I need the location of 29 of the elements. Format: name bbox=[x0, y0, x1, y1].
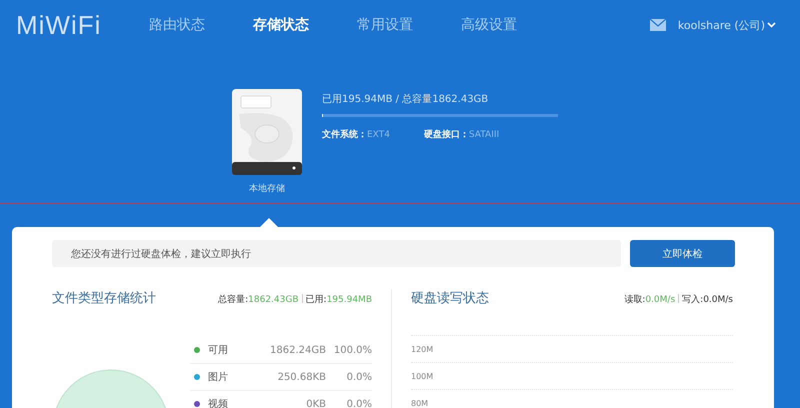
section-title: 硬盘读写状态 bbox=[411, 290, 489, 307]
file-type: 可用 bbox=[208, 344, 229, 357]
usage-text: 已用195.94MB / 总容量1862.43GB bbox=[322, 92, 490, 106]
file-type: 图片 bbox=[208, 370, 229, 384]
nav-tab[interactable]: 路由状态 bbox=[149, 16, 205, 34]
notice-text: 您还没有进行过硬盘体检，建议立即执行 bbox=[52, 240, 621, 267]
disk-field: 硬盘接口：SATAIII bbox=[424, 128, 500, 141]
nav-tab[interactable]: 高级设置 bbox=[461, 16, 517, 34]
caret-icon bbox=[767, 22, 776, 28]
file-size: 1862.24GB bbox=[269, 344, 326, 356]
file-percent: 0.0% bbox=[346, 398, 372, 408]
nav-tab[interactable]: 存储状态 bbox=[253, 16, 309, 34]
nav-tab[interactable]: 常用设置 bbox=[357, 16, 413, 34]
axis-label: 80M bbox=[411, 398, 428, 408]
disk-field: 文件系统：EXT4 bbox=[322, 128, 390, 141]
check-button[interactable]: 立即体检 bbox=[630, 240, 735, 267]
file-percent: 0.0% bbox=[346, 372, 372, 382]
axis-label: 100M bbox=[411, 372, 434, 380]
user-menu[interactable]: koolshare (公司) bbox=[678, 18, 776, 32]
logo: MiWiFi bbox=[16, 10, 102, 40]
file-size: 0KB bbox=[305, 398, 326, 408]
file-size: 250.68KB bbox=[276, 372, 326, 382]
file-percent: 100.0% bbox=[332, 344, 372, 356]
axis-label: 120M bbox=[411, 344, 434, 354]
io-summary: 读取:0.0M/s 写入:0.0M/s bbox=[624, 293, 733, 306]
section-title: 文件类型存储统计 bbox=[52, 290, 156, 307]
disk-label: 本地存储 bbox=[249, 182, 285, 195]
mail-icon[interactable] bbox=[650, 19, 666, 31]
capacity-summary: 总容量:1862.43GB 已用:195.94MB bbox=[218, 293, 372, 306]
